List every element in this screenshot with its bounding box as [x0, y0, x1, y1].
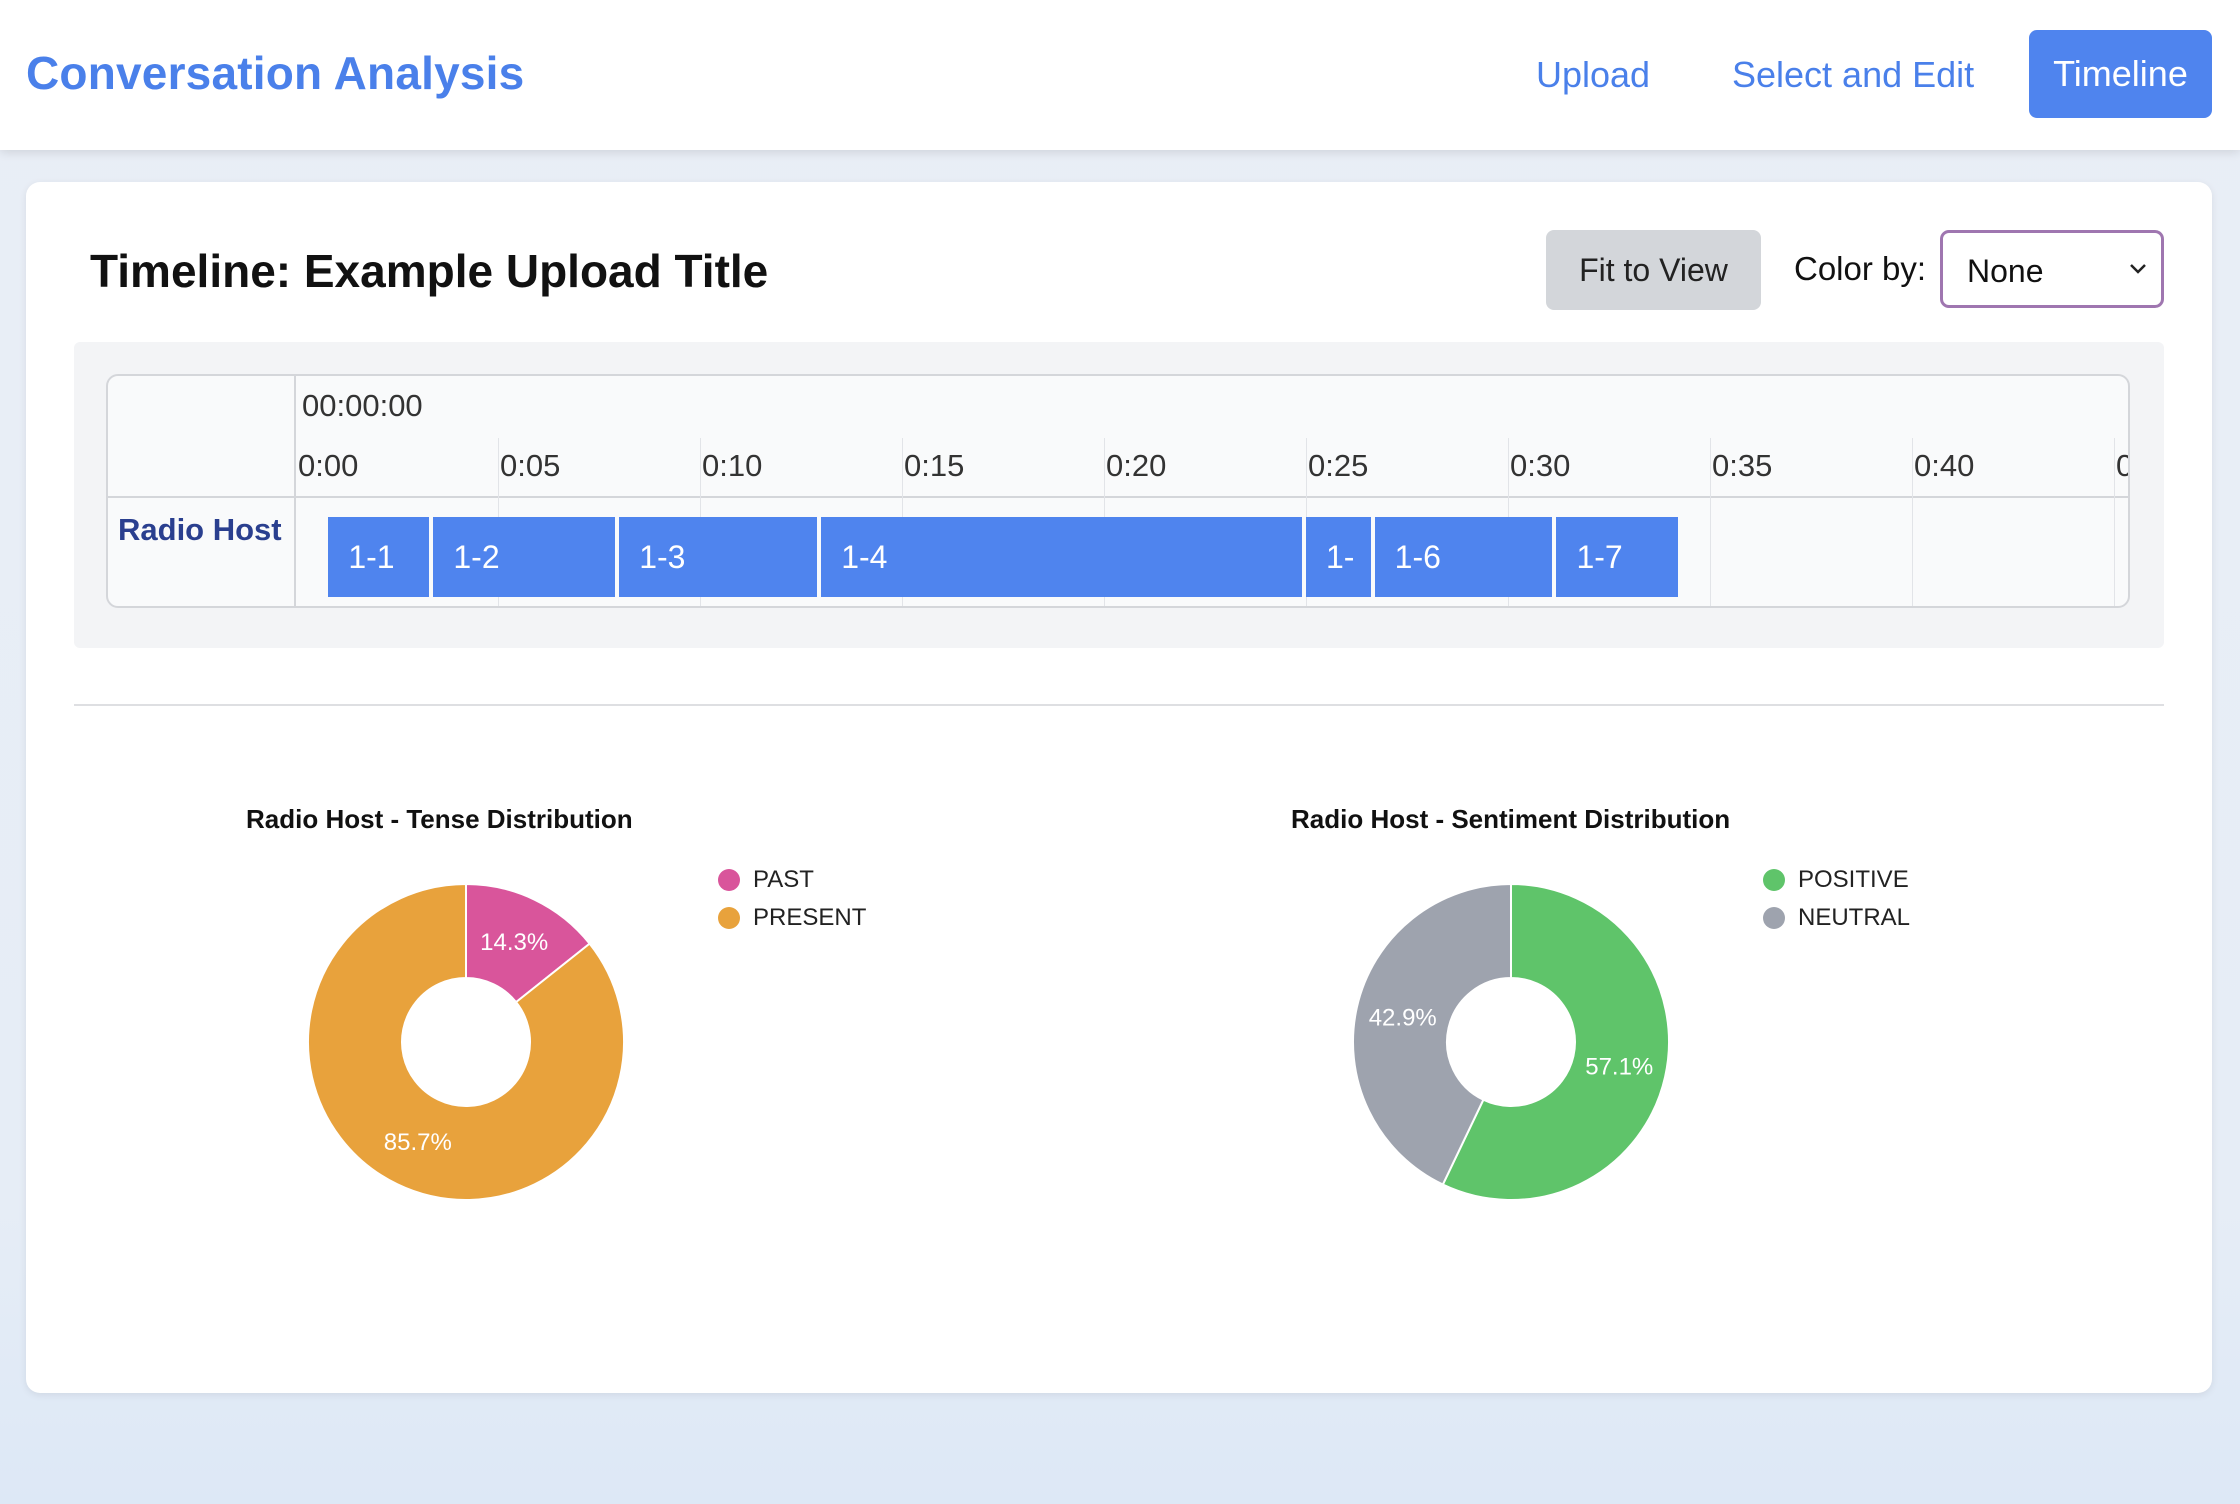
legend-item-neutral[interactable]: NEUTRAL — [1763, 904, 1910, 932]
page-title: Timeline: Example Upload Title — [90, 245, 769, 297]
slice-percent-label: 14.3% — [480, 929, 548, 956]
legend-swatch-past — [718, 869, 740, 891]
timeline-segment-5[interactable]: 1- — [1306, 517, 1371, 597]
time-tick-label: 0:00 — [298, 448, 359, 483]
legend-swatch-positive — [1763, 869, 1785, 891]
timeline-segment-2[interactable]: 1-2 — [433, 517, 616, 597]
timeline-segment-6[interactable]: 1-6 — [1374, 517, 1553, 597]
time-tick-label: 0:05 — [500, 448, 561, 483]
time-tick-label: 0:20 — [1106, 448, 1167, 483]
nav-select-edit-link[interactable]: Select and Edit — [1732, 54, 1974, 96]
sentiment-donut-chart: 57.1% 42.9% — [1352, 882, 1670, 1201]
color-by-select[interactable]: None — [1940, 230, 2164, 308]
legend-swatch-neutral — [1763, 907, 1785, 929]
color-by-label: Color by: — [1794, 250, 1927, 287]
app-title[interactable]: Conversation Analysis — [26, 46, 524, 100]
fit-to-view-button[interactable]: Fit to View — [1546, 230, 1761, 310]
timeline-segment-1[interactable]: 1-1 — [328, 517, 430, 597]
ruler-divider — [108, 496, 2128, 498]
slice-percent-label: 42.9% — [1369, 1004, 1437, 1031]
legend-item-positive[interactable]: POSITIVE — [1763, 866, 1909, 894]
legend-item-past[interactable]: PAST — [718, 866, 814, 894]
sentiment-chart-title: Radio Host - Sentiment Distribution — [1291, 804, 1731, 834]
nav-timeline-button[interactable]: Timeline — [2029, 30, 2212, 118]
legend-swatch-present — [718, 907, 740, 929]
timeline-start-time: 00:00:00 — [302, 388, 423, 423]
legend-item-present[interactable]: PRESENT — [718, 904, 866, 932]
time-grid-line — [2114, 438, 2115, 606]
timeline-panel: 00:00:00 Radio Host 0:00 0:05 0:10 0:15 0:20… — [74, 342, 2164, 648]
time-tick-label: 0:40 — [1914, 448, 1975, 483]
legend-label-neutral: NEUTRAL — [1798, 904, 1911, 931]
timeline-segment-3[interactable]: 1-3 — [619, 517, 818, 597]
color-by-value: None — [1967, 253, 2044, 289]
legend-label-present: PRESENT — [753, 904, 867, 931]
chevron-down-icon — [2130, 264, 2146, 274]
tense-donut-chart: 14.3% 85.7% — [307, 882, 625, 1201]
slice-percent-label: 85.7% — [384, 1129, 452, 1156]
timeline-view[interactable]: 00:00:00 Radio Host 0:00 0:05 0:10 0:15 0:20… — [106, 374, 2130, 608]
time-tick-label: 0:35 — [1712, 448, 1773, 483]
time-grid-line — [1710, 438, 1711, 606]
time-tick-label: 0:30 — [1510, 448, 1571, 483]
timeline-segment-4[interactable]: 1-4 — [821, 517, 1302, 597]
main-card: Timeline: Example Upload Title Fit to Vi… — [26, 182, 2212, 1393]
time-tick-label: 0:10 — [702, 448, 763, 483]
time-tick-label: 0:15 — [904, 448, 965, 483]
label-column-divider — [294, 376, 296, 606]
time-tick-label: 0 — [2116, 448, 2128, 484]
time-tick-label: 0:25 — [1308, 448, 1369, 483]
nav-upload-link[interactable]: Upload — [1536, 54, 1650, 96]
time-grid-line — [1912, 438, 1913, 606]
legend-label-past: PAST — [753, 866, 814, 893]
top-navbar: Conversation Analysis Upload Select and … — [0, 0, 2240, 150]
legend-label-positive: POSITIVE — [1798, 866, 1909, 893]
section-divider — [74, 704, 2164, 706]
tense-chart-title: Radio Host - Tense Distribution — [246, 804, 633, 834]
track-label: Radio Host — [118, 512, 282, 547]
slice-percent-label: 57.1% — [1585, 1054, 1653, 1081]
timeline-segment-7[interactable]: 1-7 — [1556, 517, 1678, 597]
